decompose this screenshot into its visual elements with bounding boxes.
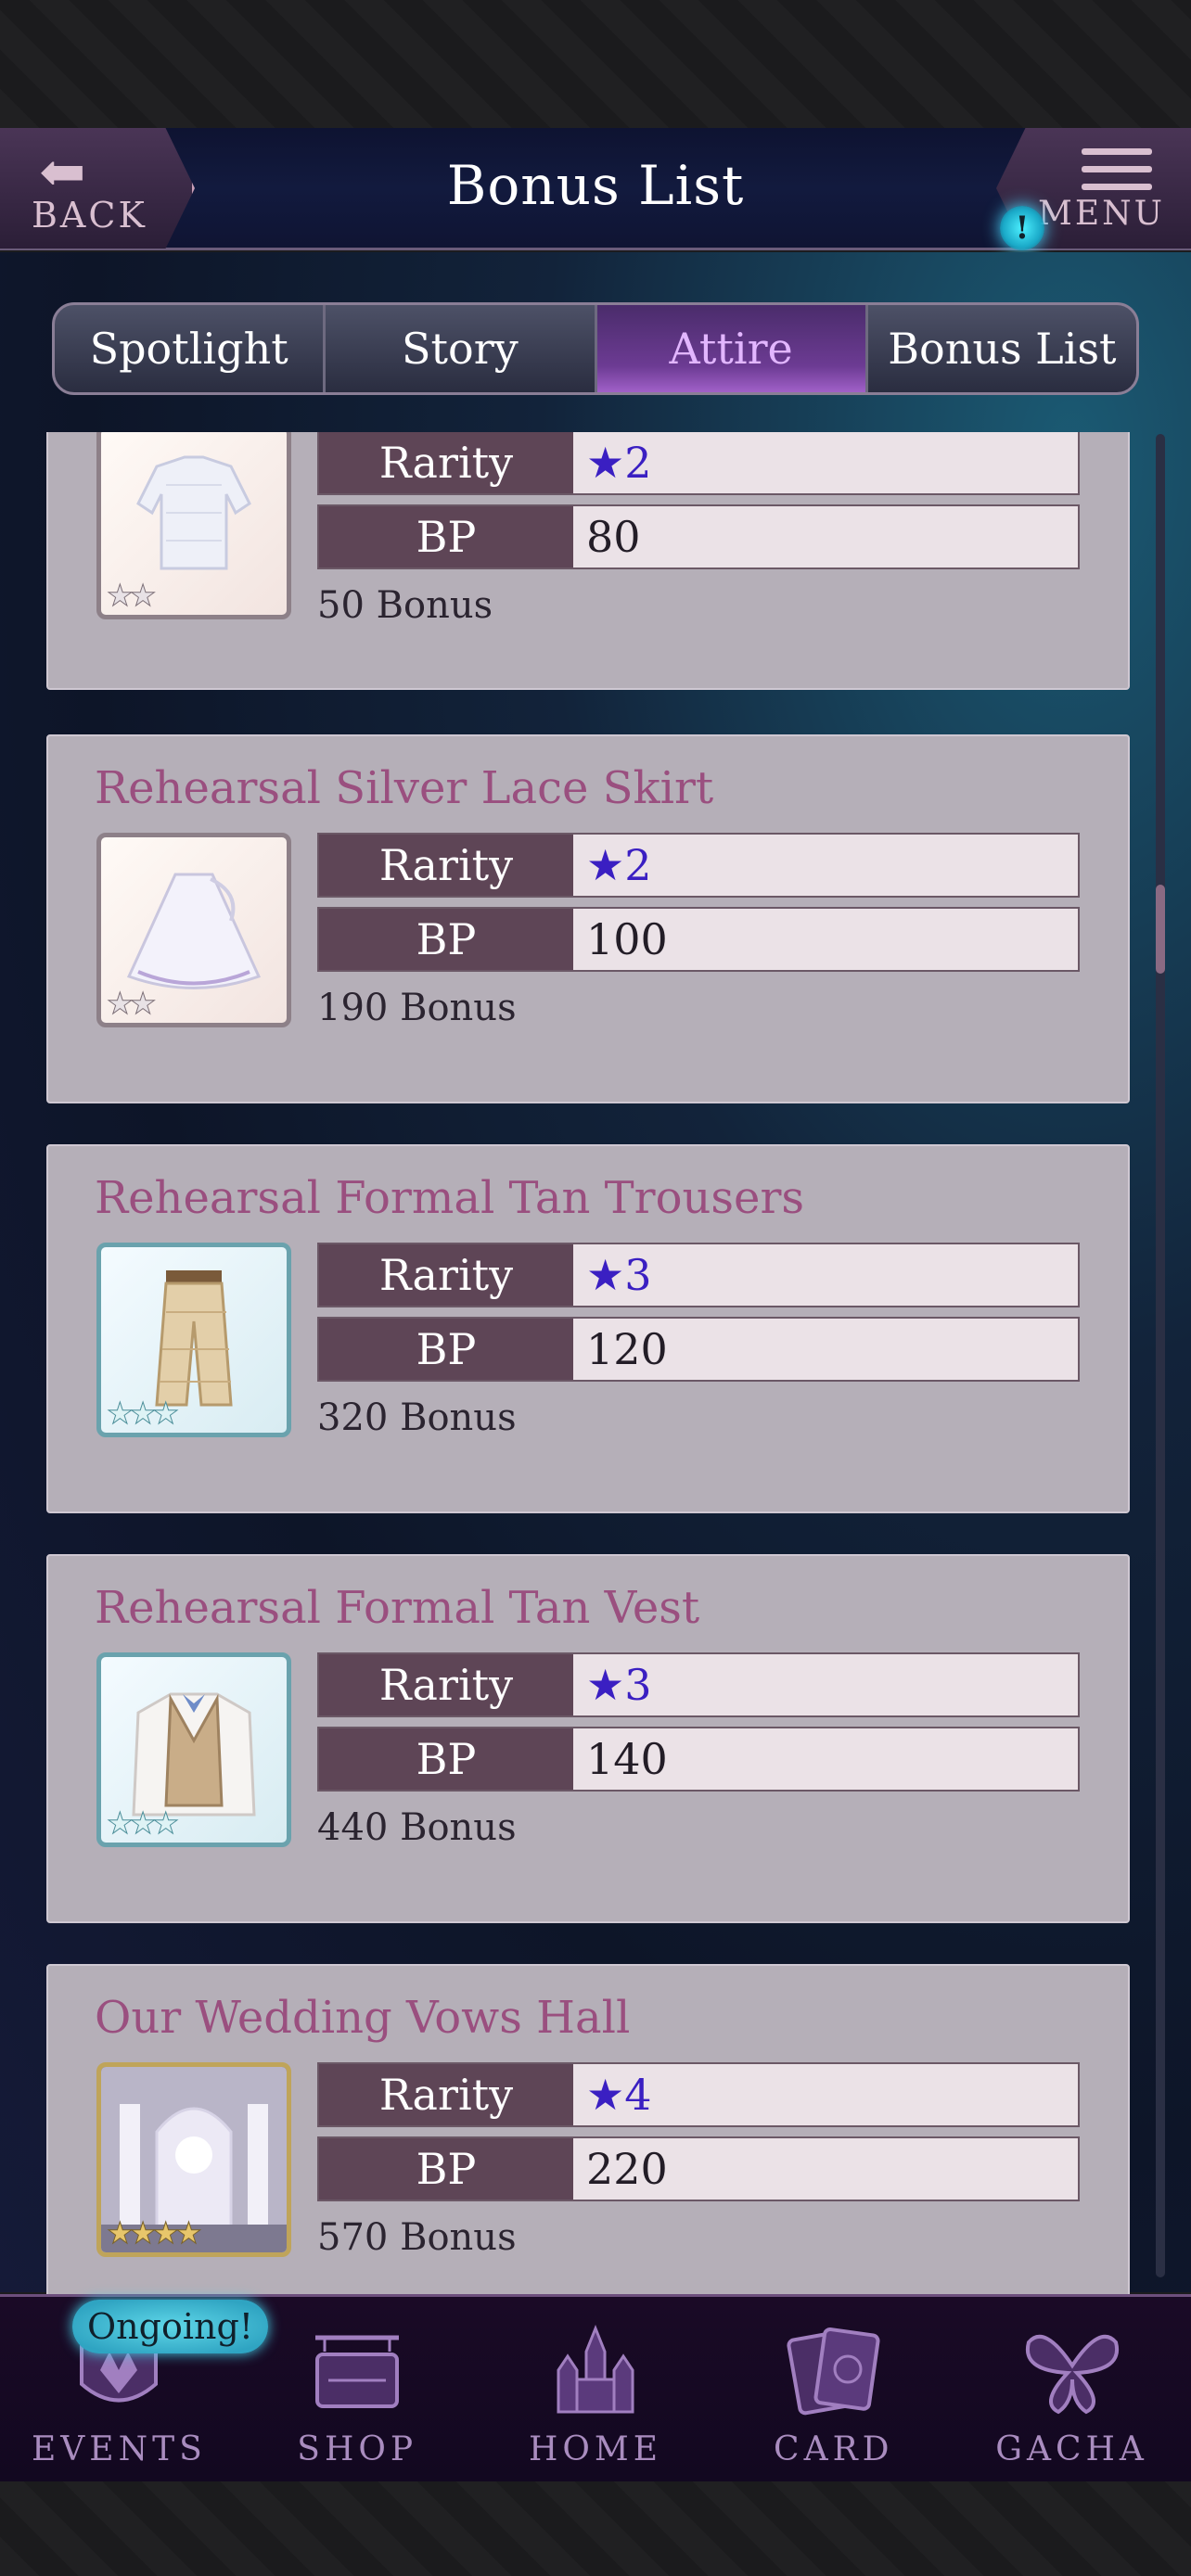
nav-shop[interactable]: SHOP (238, 2297, 477, 2481)
bonus-amount: 50 Bonus (317, 584, 493, 627)
rarity-value: ★4 (573, 2064, 1078, 2125)
hamburger-icon (1082, 148, 1152, 201)
item-title: Our Wedding Vows Hall (95, 1992, 631, 2044)
rarity-row: Rarity ★2 (317, 432, 1080, 495)
bp-value: 80 (573, 506, 1078, 567)
bp-value: 220 (573, 2138, 1078, 2200)
rarity-value: ★3 (573, 1244, 1078, 1306)
butterfly-icon (1017, 2319, 1128, 2421)
bp-label: BP (319, 1728, 573, 1790)
nav-card-label: CARD (774, 2430, 894, 2468)
bp-label: BP (319, 506, 573, 567)
rarity-stars: ★★ (106, 578, 156, 614)
thumbnail-vest: ★★★ (96, 1652, 291, 1847)
nav-gacha[interactable]: GACHA (953, 2297, 1191, 2481)
rarity-label: Rarity (319, 835, 573, 896)
bonus-amount: 570 Bonus (317, 2216, 517, 2259)
bp-row: BP 140 (317, 1727, 1080, 1792)
rarity-label: Rarity (319, 432, 573, 493)
rarity-label: Rarity (319, 2064, 573, 2125)
shop-sign-icon (301, 2319, 413, 2421)
thumbnail-wedding-hall: ★★★★ (96, 2062, 291, 2257)
menu-label: MENU (1038, 195, 1165, 233)
bonus-amount: 440 Bonus (317, 1806, 517, 1849)
rarity-stars: ★★★ (106, 1805, 179, 1842)
bonus-amount: 190 Bonus (317, 987, 517, 1029)
rarity-value: ★3 (573, 1654, 1078, 1715)
rarity-row: Rarity ★4 (317, 2062, 1080, 2127)
list-item[interactable]: Rehearsal Silver Lace Skirt ★★ Rarity ★2… (46, 734, 1130, 1103)
tab-spotlight[interactable]: Spotlight (55, 305, 327, 392)
notification-badge: ! (1000, 206, 1044, 250)
rarity-row: Rarity ★3 (317, 1652, 1080, 1717)
bp-label: BP (319, 2138, 573, 2200)
bp-value: 120 (573, 1319, 1078, 1380)
tab-bar: Spotlight Story Attire Bonus List (52, 302, 1139, 395)
bonus-amount: 320 Bonus (317, 1396, 517, 1439)
list-item[interactable]: ★★ Rarity ★2 BP 80 50 Bonus (46, 432, 1130, 690)
nav-gacha-label: GACHA (995, 2430, 1148, 2468)
home-indicator-area (0, 2481, 1191, 2576)
bp-row: BP 100 (317, 907, 1080, 972)
item-title: Rehearsal Silver Lace Skirt (95, 762, 714, 814)
thumbnail-lace-blouse: ★★ (96, 432, 291, 619)
scrollbar-track[interactable] (1156, 434, 1165, 2277)
status-area (0, 0, 1191, 128)
thumbnail-lace-skirt: ★★ (96, 833, 291, 1027)
bonus-list[interactable]: ★★ Rarity ★2 BP 80 50 Bonus Rehearsal Si… (0, 432, 1191, 2294)
list-item[interactable]: Rehearsal Formal Tan Vest ★★★ Rarity ★3 … (46, 1554, 1130, 1923)
tab-attire[interactable]: Attire (596, 305, 868, 392)
ongoing-badge: Ongoing! (72, 2300, 269, 2353)
tab-bonus-list[interactable]: Bonus List (868, 305, 1136, 392)
bp-row: BP 80 (317, 504, 1080, 569)
rarity-value: ★2 (573, 835, 1078, 896)
rarity-label: Rarity (319, 1654, 573, 1715)
nav-events-label: EVENTS (32, 2430, 207, 2468)
bp-label: BP (319, 1319, 573, 1380)
rarity-stars: ★★ (106, 986, 156, 1022)
bp-row: BP 220 (317, 2136, 1080, 2201)
bp-value: 100 (573, 909, 1078, 970)
item-title: Rehearsal Formal Tan Trousers (95, 1172, 805, 1224)
item-title: Rehearsal Formal Tan Vest (95, 1582, 700, 1634)
nav-home-label: HOME (528, 2430, 663, 2468)
rarity-row: Rarity ★3 (317, 1243, 1080, 1307)
nav-card[interactable]: CARD (714, 2297, 953, 2481)
bp-value: 140 (573, 1728, 1078, 1790)
nav-home[interactable]: HOME (477, 2297, 715, 2481)
castle-icon (540, 2319, 651, 2421)
list-item[interactable]: Our Wedding Vows Hall ★★★★ Rarity ★4 BP … (46, 1964, 1130, 2294)
rarity-value: ★2 (573, 432, 1078, 493)
thumbnail-trousers: ★★★ (96, 1243, 291, 1437)
bp-label: BP (319, 909, 573, 970)
nav-shop-label: SHOP (297, 2430, 418, 2468)
rarity-stars: ★★★ (106, 1396, 179, 1432)
rarity-row: Rarity ★2 (317, 833, 1080, 898)
list-item[interactable]: Rehearsal Formal Tan Trousers ★★★ Rarity… (46, 1144, 1130, 1513)
scrollbar-thumb[interactable] (1156, 885, 1165, 974)
rarity-stars: ★★★★ (107, 2215, 203, 2251)
cards-icon (778, 2319, 890, 2421)
rarity-label: Rarity (319, 1244, 573, 1306)
tab-story[interactable]: Story (326, 305, 597, 392)
bp-row: BP 120 (317, 1317, 1080, 1382)
